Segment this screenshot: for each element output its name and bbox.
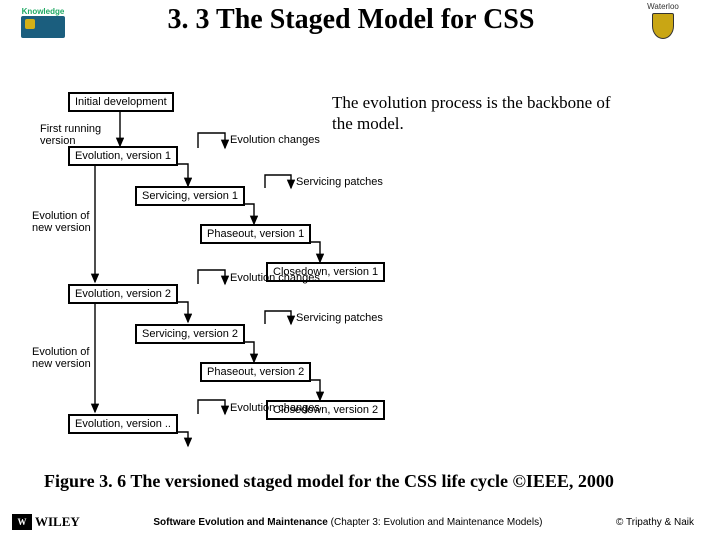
label-serv-patches-2: Servicing patches: [296, 312, 383, 324]
box-sv2: Servicing, version 2: [135, 324, 245, 344]
staged-model-diagram: Initial development First running versio…: [40, 90, 440, 450]
wiley-text: WILEY: [35, 514, 80, 530]
book-title: Software Evolution and Maintenance: [153, 517, 327, 528]
label-evo-new-2: Evolution of new version: [32, 346, 91, 370]
label-serv-patches-1: Servicing patches: [296, 176, 383, 188]
label-evo-new-1: Evolution of new version: [32, 210, 91, 234]
box-ev1: Evolution, version 1: [68, 146, 178, 166]
box-initial: Initial development: [68, 92, 174, 112]
figure-caption: Figure 3. 6 The versioned staged model f…: [44, 471, 614, 492]
label-evo-changes-1: Evolution changes: [230, 134, 320, 146]
chapter-text: (Chapter 3: Evolution and Maintenance Mo…: [328, 517, 543, 528]
box-ev2: Evolution, version 2: [68, 284, 178, 304]
copyright: © Tripathy & Naik: [616, 517, 694, 528]
box-ph1: Phaseout, version 1: [200, 224, 311, 244]
label-evo-changes-3: Evolution changes: [230, 402, 320, 414]
logo-right-text: Waterloo: [647, 2, 679, 11]
wiley-logo: W WILEY: [12, 514, 80, 530]
knowledge-logo: Knowledge: [8, 2, 78, 42]
box-evn: Evolution, version ..: [68, 414, 178, 434]
waterloo-logo: Waterloo: [624, 2, 702, 52]
box-ph2: Phaseout, version 2: [200, 362, 311, 382]
box-sv1: Servicing, version 1: [135, 186, 245, 206]
label-first-running: First running version: [40, 123, 101, 147]
slide-title: 3. 3 The Staged Model for CSS: [78, 2, 624, 36]
footer: W WILEY Software Evolution and Maintenan…: [0, 514, 720, 530]
footer-center: Software Evolution and Maintenance (Chap…: [80, 517, 616, 528]
logo-left-text: Knowledge: [22, 7, 65, 16]
label-evo-changes-2: Evolution changes: [230, 272, 320, 284]
